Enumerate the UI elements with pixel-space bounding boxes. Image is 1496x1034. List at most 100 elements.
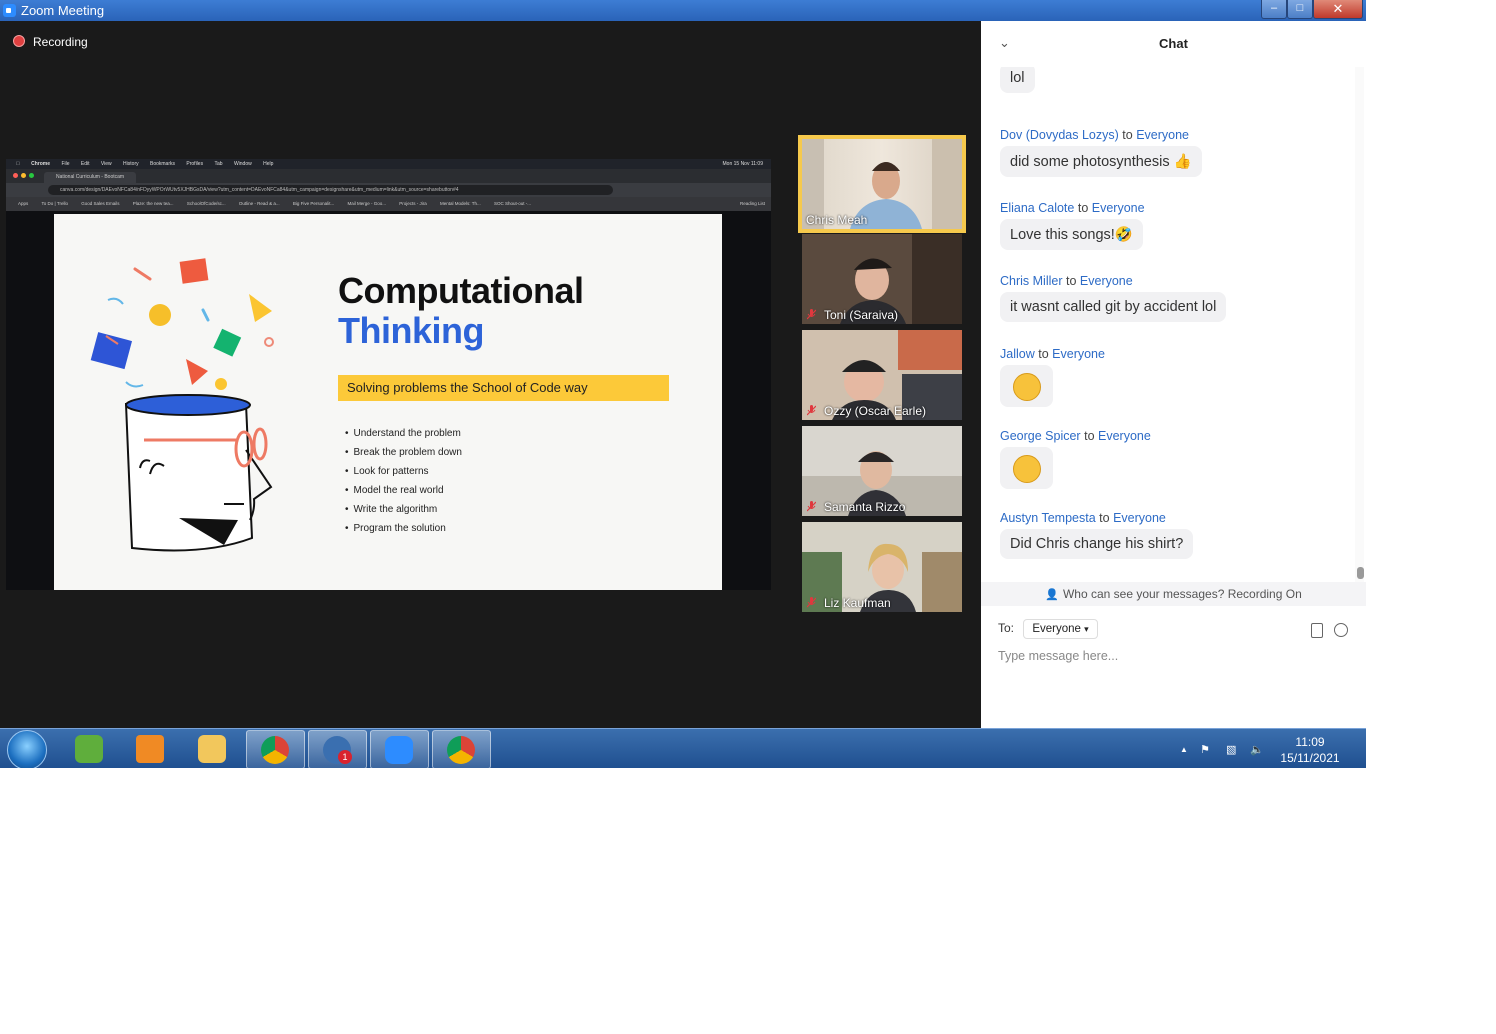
taskbar-app-media-player[interactable] [122,730,179,767]
chrome-icon [447,736,475,764]
chat-scrollbar[interactable] [1355,67,1364,582]
recipient-name[interactable]: Everyone [1092,201,1145,215]
recipient-select[interactable]: Everyone ▾ [1023,619,1098,639]
taskbar-app-chrome[interactable] [246,730,305,768]
muted-mic-icon [807,501,816,512]
recipient-select-value: Everyone [1032,623,1081,635]
video-tile[interactable]: Ozzy (Oscar Earle) [802,330,962,420]
maximize-button[interactable]: □ [1287,0,1313,19]
window-titlebar: Zoom Meeting – □ ✕ [0,0,1366,21]
sender-name[interactable]: Eliana Calote [1000,201,1074,215]
zoom-dot-icon [29,173,34,178]
participant-name: Samanta Rizzo [824,500,906,514]
menubar-item: Tab [209,161,222,167]
menubar-item: History [117,161,139,167]
video-tile[interactable]: Toni (Saraiva) [802,234,962,324]
taskbar-app-chrome-profile[interactable] [432,730,491,768]
presentation-slide: Computational Thinking Solving problems … [54,214,722,590]
message-input[interactable]: Type message here... [998,649,1118,663]
muted-mic-icon [807,309,816,320]
video-tile-active-speaker[interactable]: Chris Meah [798,135,966,233]
slide-bullet: Understand the problem [345,424,462,443]
recipient-name[interactable]: Everyone [1098,429,1151,443]
slide-bullet: Look for patterns [345,462,462,481]
chat-message: Dov (Dovydas Lozys) to Everyone did some… [1000,128,1202,177]
chat-emoji-bubble: 🤣 [1000,447,1053,489]
chat-sender: Dov (Dovydas Lozys) to Everyone [1000,128,1202,142]
menubar-item: Chrome [26,161,50,167]
zoom-logo-icon [3,4,16,17]
chat-scrollbar-thumb[interactable] [1357,567,1364,579]
emoji-picker-icon[interactable] [1334,623,1348,637]
volume-icon[interactable]: 🔈 [1250,743,1264,756]
slide-bullet: Write the algorithm [345,500,462,519]
start-button[interactable] [7,730,47,768]
sender-name[interactable]: Chris Miller [1000,274,1063,288]
tray-expand-icon[interactable]: ▲ [1180,745,1188,754]
taskbar-app-zoom[interactable] [370,730,429,768]
media-player-icon [136,735,164,763]
meeting-area: Recording  Chrome File Edit View Histor… [0,21,981,728]
action-center-flag-icon[interactable]: ⚑ [1200,743,1210,756]
bookmark: SchoolOfCode/sc... [186,201,226,206]
recipient-name[interactable]: Everyone [1052,347,1105,361]
menubar-item: View [95,161,112,167]
chat-bubble: Did Chris change his shirt? [1000,529,1194,559]
recording-indicator[interactable]: Recording [13,35,88,49]
sender-name[interactable]: Austyn Tempesta [1000,511,1096,525]
window-title: Zoom Meeting [21,3,105,18]
privacy-notice[interactable]: 👤 Who can see your messages? Recording On [981,582,1366,606]
minimize-button[interactable]: – [1261,0,1287,19]
sender-name[interactable]: George Spicer [1000,429,1081,443]
menubar-item: Bookmarks [144,161,175,167]
browser-tabbar: National Curriculum - Bootcam [6,169,771,183]
taskbar-app-file-explorer[interactable] [184,730,241,767]
rofl-emoji-icon: 🤣 [1013,455,1041,483]
chat-bubble: did some photosynthesis 👍 [1000,146,1202,177]
bookmark: SOC Shout-out -... [493,201,531,206]
chat-message: George Spicer to Everyone 🤣 [1000,429,1151,494]
close-button[interactable]: ✕ [1313,0,1363,19]
muted-mic-icon [807,597,816,608]
reading-list: Reading List [739,201,765,206]
bookmark: Apps [18,201,29,206]
taskbar-app-thunderbird[interactable] [308,730,367,768]
chat-bubble: it wasnt called git by accident lol [1000,292,1227,322]
slide-bullet: Break the problem down [345,443,462,462]
close-dot-icon [13,173,18,178]
recipient-name[interactable]: Everyone [1136,128,1189,142]
participant-name: Liz Kaufman [824,596,891,610]
recipient-name[interactable]: Everyone [1080,274,1133,288]
chat-sender: Jallow to Everyone [1000,347,1105,361]
bookmark: To Do | Trello [41,201,68,206]
sender-name[interactable]: Jallow [1000,347,1035,361]
chat-message: Chris Miller to Everyone it wasnt called… [1000,274,1227,322]
network-icon[interactable]: ▧ [1226,743,1236,756]
participant-name: Toni (Saraiva) [824,308,899,322]
tray-clock[interactable]: 11:09 15/11/2021 [1272,734,1348,766]
chat-message: Jallow to Everyone 🤣 [1000,347,1105,412]
chat-panel: ⌄ Chat lol Dov (Dovydas Lozys) to Everyo… [981,21,1366,728]
bookmark: Plaze: the new tea... [132,201,174,206]
taskbar-app-evernote[interactable] [61,730,118,767]
chat-bubble: Love this songs!🤣 [1000,219,1143,250]
to-word: to [1084,429,1095,443]
shared-screen[interactable]:  Chrome File Edit View History Bookmark… [6,159,771,590]
muted-mic-icon [807,405,816,416]
recipient-name[interactable]: Everyone [1113,511,1166,525]
bookmark: Projects - Jira [399,201,427,206]
slide-bullet: Model the real world [345,481,462,500]
to-word: to [1038,347,1049,361]
menubar-clock: Mon 15 Nov 11:09 [722,161,764,167]
file-share-icon[interactable] [1311,623,1323,638]
recipient-row: To: Everyone ▾ [998,619,1098,639]
menubar-item: Help [257,161,273,167]
video-tile[interactable]: Liz Kaufman [802,522,962,612]
to-word: to [1065,274,1077,288]
sender-name[interactable]: Dov (Dovydas Lozys) [1000,128,1119,142]
desktop-screen: Zoom Meeting – □ ✕ Recording  Chrome Fi… [0,0,1366,768]
video-tile[interactable]: Samanta Rizzo [802,426,962,516]
chat-message-list[interactable]: lol Dov (Dovydas Lozys) to Everyone did … [981,67,1354,582]
chat-bubble: lol [1000,67,1035,93]
to-word: to [1077,201,1089,215]
